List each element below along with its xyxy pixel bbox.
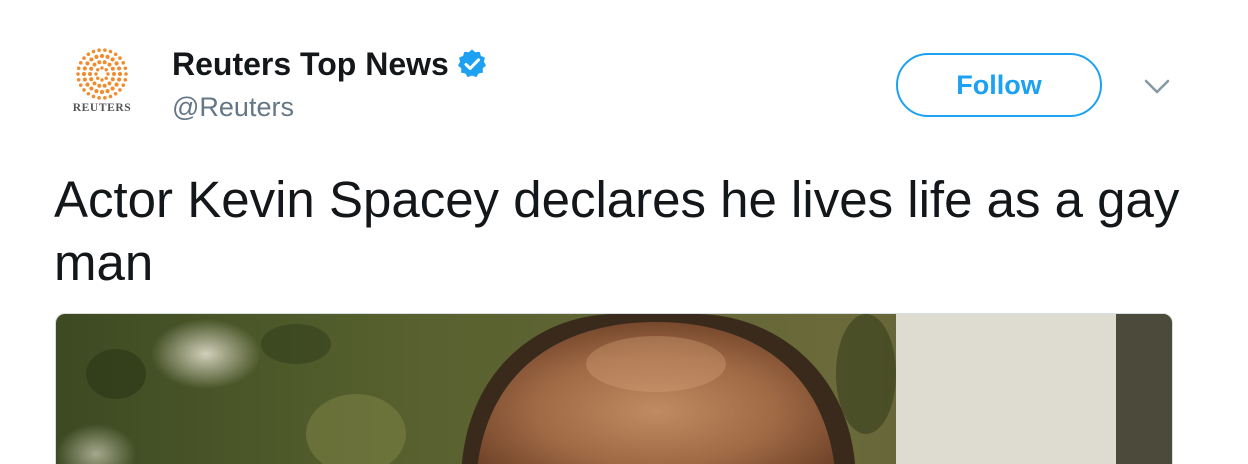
follow-button[interactable]: Follow <box>896 53 1102 117</box>
reuters-logo-icon <box>76 48 128 100</box>
chevron-down-icon[interactable] <box>1144 78 1170 96</box>
tweet-text: Actor Kevin Spacey declares he lives lif… <box>54 171 1180 291</box>
display-name[interactable]: Reuters Top News <box>172 46 449 83</box>
tweet-media-photo[interactable] <box>55 313 1173 464</box>
account-name-row: Reuters Top News <box>172 44 487 84</box>
verified-badge-icon <box>457 49 487 79</box>
avatar-wordmark: REUTERS <box>72 102 132 114</box>
tweet-card: REUTERS Reuters Top News @Reuters Follow… <box>0 0 1248 464</box>
avatar[interactable]: REUTERS <box>62 46 142 126</box>
photo-image <box>56 314 1172 464</box>
account-handle[interactable]: @Reuters <box>172 92 294 123</box>
